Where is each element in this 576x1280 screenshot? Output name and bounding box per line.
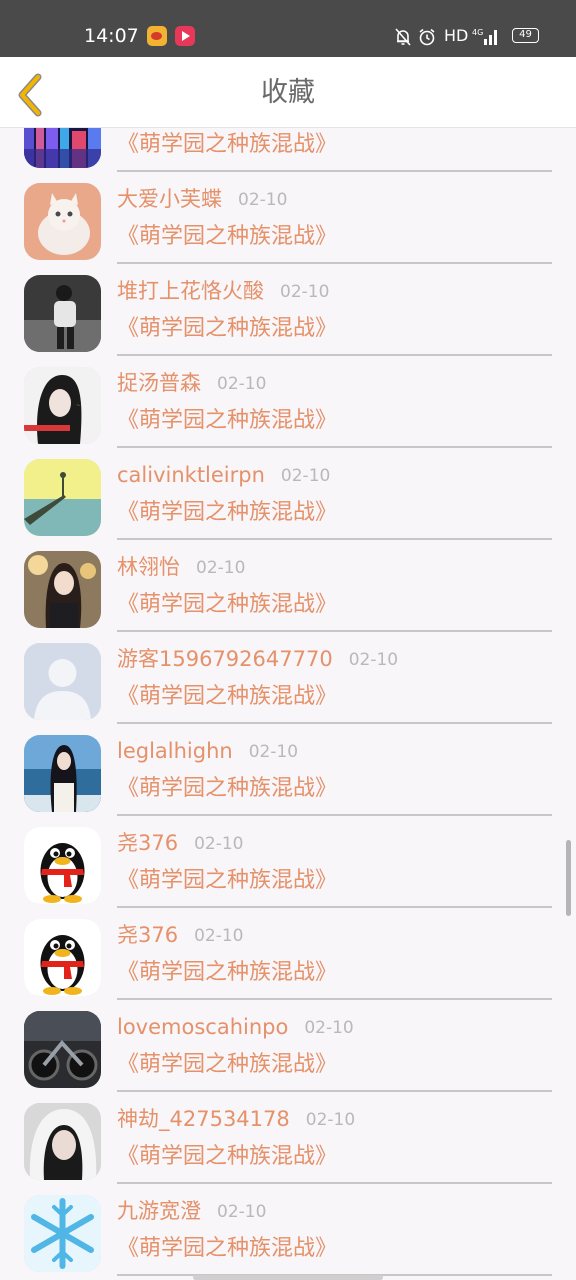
favorite-item[interactable]: 堆打上花恪火酸 02-10 《萌学园之种族混战》 (0, 263, 576, 356)
app-header: 收藏 (0, 57, 576, 128)
post-date: 02-10 (217, 1202, 267, 1222)
signal-4g-icon: 4G (472, 28, 497, 45)
post-date: 02-10 (217, 374, 267, 394)
dark-motorbike-avatar[interactable] (24, 1011, 101, 1088)
favorite-item[interactable]: 游客1596792647770 02-10 《萌学园之种族混战》 (0, 631, 576, 724)
post-title[interactable]: 《萌学园之种族混战》 (117, 223, 337, 251)
status-time: 14:07 (84, 25, 139, 47)
favorite-item[interactable]: 尧376 02-10 《萌学园之种族混战》 (0, 815, 576, 908)
favorite-item[interactable]: lovemoscahinpo 02-10 《萌学园之种族混战》 (0, 999, 576, 1092)
home-indicator[interactable] (193, 1275, 383, 1280)
qq-penguin-avatar[interactable] (24, 919, 101, 996)
battery-icon: 49 (512, 28, 539, 43)
post-title[interactable]: 《萌学园之种族混战》 (117, 867, 337, 895)
hooded-girl-avatar[interactable] (24, 1103, 101, 1180)
user-name[interactable]: lovemoscahinpo (117, 1014, 288, 1040)
user-name[interactable]: 神劫_427534178 (117, 1106, 290, 1132)
page-title: 收藏 (261, 77, 315, 108)
bell-muted-icon (395, 28, 411, 46)
post-title[interactable]: 《萌学园之种族混战》 (117, 683, 337, 711)
user-name[interactable]: leglalhighn (117, 738, 233, 764)
post-date: 02-10 (194, 834, 244, 854)
pier-sunset-avatar[interactable] (24, 459, 101, 536)
favorite-item[interactable]: 林翎怡 02-10 《萌学园之种族混战》 (0, 539, 576, 632)
video-app-icon (175, 26, 195, 46)
night-city-avatar[interactable] (24, 128, 101, 168)
girl-at-sea-avatar[interactable] (24, 735, 101, 812)
svg-text:~: ~ (76, 402, 81, 409)
post-date: 02-10 (196, 558, 246, 578)
user-name[interactable]: 游客1596792647770 (117, 646, 333, 672)
user-name[interactable]: 大爱小芙蝶 (117, 186, 222, 212)
favorite-item[interactable]: leglalhighn 02-10 《萌学园之种族混战》 (0, 723, 576, 816)
post-date: 02-10 (238, 190, 288, 210)
user-name[interactable]: 尧376 (117, 830, 178, 856)
user-name[interactable]: 捉汤普森 (117, 370, 201, 396)
qq-penguin-avatar[interactable] (24, 827, 101, 904)
post-title[interactable]: 《萌学园之种族混战》 (117, 407, 337, 435)
girl-portrait-avatar[interactable]: ~ (24, 367, 101, 444)
post-title[interactable]: 《萌学园之种族混战》 (117, 499, 337, 527)
favorites-list: 《萌学园之种族混战》 大爱小芙蝶 02-10 《萌学园之种族混战》 堆打上花恪火酸 02-… (0, 128, 576, 1276)
post-date: 02-10 (348, 650, 399, 670)
white-kitten-avatar[interactable] (24, 183, 101, 260)
user-name[interactable]: 堆打上花恪火酸 (117, 278, 264, 304)
grayscale-person-avatar[interactable] (24, 275, 101, 352)
post-date: 02-10 (304, 1018, 354, 1038)
post-date: 02-10 (280, 282, 330, 302)
post-date: 02-10 (280, 466, 331, 486)
user-name[interactable]: 九游宽澄 (117, 1198, 201, 1224)
post-title[interactable]: 《萌学园之种族混战》 (117, 1235, 337, 1263)
user-name[interactable]: calivinktleirpn (117, 462, 265, 488)
post-title[interactable]: 《萌学园之种族混战》 (117, 131, 337, 159)
post-title[interactable]: 《萌学园之种族混战》 (117, 315, 337, 343)
post-title[interactable]: 《萌学园之种族混战》 (117, 1051, 337, 1079)
user-name[interactable]: 尧376 (117, 922, 178, 948)
alarm-icon (419, 28, 435, 46)
post-title[interactable]: 《萌学园之种族混战》 (117, 1143, 337, 1171)
svg-text:4G: 4G (472, 28, 483, 37)
post-title[interactable]: 《萌学园之种族混战》 (117, 591, 337, 619)
user-name[interactable]: 林翎怡 (117, 554, 180, 580)
scrollbar[interactable] (566, 840, 571, 916)
snowflake-avatar[interactable] (24, 1195, 101, 1272)
default-user-avatar[interactable] (24, 643, 101, 720)
weibo-app-icon (147, 26, 167, 46)
favorites-list-viewport[interactable]: 《萌学园之种族混战》 大爱小芙蝶 02-10 《萌学园之种族混战》 堆打上花恪火酸 02-… (0, 128, 576, 1280)
favorite-item[interactable]: 神劫_427534178 02-10 《萌学园之种族混战》 (0, 1091, 576, 1184)
post-date: 02-10 (305, 1110, 356, 1130)
post-title[interactable]: 《萌学园之种族混战》 (117, 775, 337, 803)
favorite-item[interactable]: 大爱小芙蝶 02-10 《萌学园之种族混战》 (0, 171, 576, 264)
favorite-item[interactable]: 尧376 02-10 《萌学园之种族混战》 (0, 907, 576, 1000)
post-title[interactable]: 《萌学园之种族混战》 (117, 959, 337, 987)
favorite-item[interactable]: 九游宽澄 02-10 《萌学园之种族混战》 (0, 1183, 576, 1276)
post-date: 02-10 (194, 926, 244, 946)
post-date: 02-10 (248, 742, 299, 762)
favorite-item[interactable]: ~ 捉汤普森 02-10 《萌学园之种族混战》 (0, 355, 576, 448)
woman-photo-avatar[interactable] (24, 551, 101, 628)
status-bar: 14:07 HD 4G 49 (0, 0, 576, 57)
favorite-item[interactable]: calivinktleirpn 02-10 《萌学园之种族混战》 (0, 447, 576, 540)
hd-label: HD (444, 26, 469, 45)
favorite-item[interactable]: 《萌学园之种族混战》 (0, 128, 576, 172)
